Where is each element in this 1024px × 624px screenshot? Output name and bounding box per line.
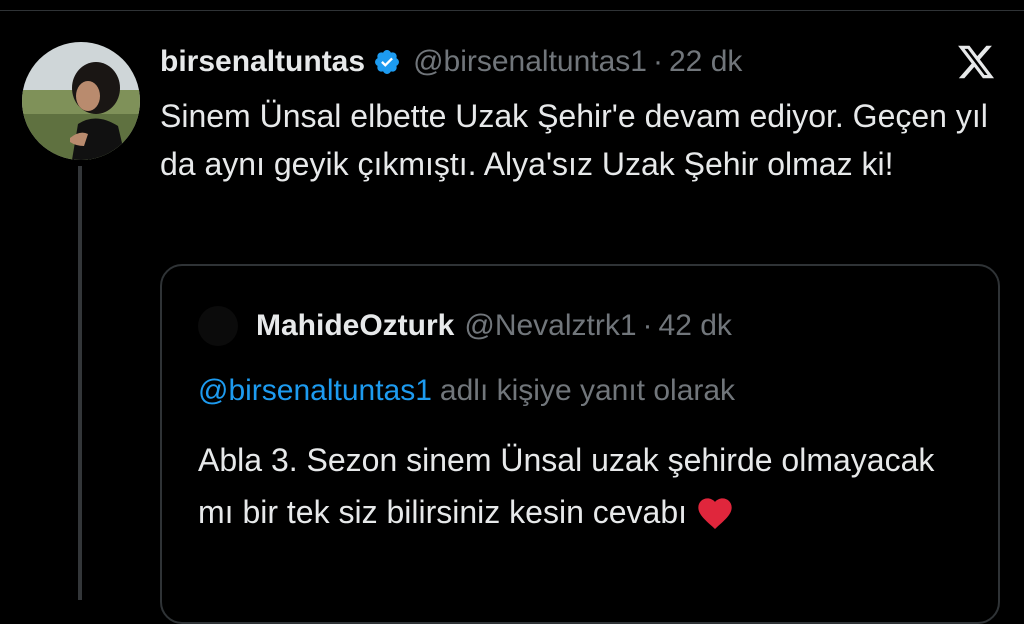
reply-mention-link[interactable]: @birsenaltuntas1 xyxy=(198,374,432,407)
top-divider xyxy=(0,0,1024,11)
author-display-name[interactable]: birsenaltuntas xyxy=(160,45,365,79)
reply-context: @birsenaltuntas1 adlı kişiye yanıt olarak xyxy=(198,374,735,408)
thread-line xyxy=(78,166,82,600)
quoted-tweet-card[interactable]: MahideOzturk @Nevalztrk1 · 42 dk @birsen… xyxy=(160,264,1000,624)
verified-badge-icon xyxy=(373,48,401,76)
quoted-tweet-text-block: Abla 3. Sezon sinem Ünsal uzak şehirde o… xyxy=(198,434,978,538)
x-logo-icon[interactable] xyxy=(956,42,996,82)
tweet-header: birsenaltuntas @birsenaltuntas1 · 22 dk xyxy=(160,42,742,82)
quoted-tweet-timestamp[interactable]: 42 dk xyxy=(659,309,732,343)
reply-context-label: adlı kişiye yanıt olarak xyxy=(439,374,736,407)
quoted-author-handle[interactable]: @Nevalztrk1 xyxy=(464,309,636,343)
quoted-author-avatar[interactable] xyxy=(198,306,238,346)
author-avatar[interactable] xyxy=(22,42,140,160)
avatar-photo xyxy=(22,42,140,160)
red-heart-icon xyxy=(695,493,735,531)
quoted-tweet-text: Abla 3. Sezon sinem Ünsal uzak şehirde o… xyxy=(198,442,935,530)
author-handle[interactable]: @birsenaltuntas1 xyxy=(413,45,647,79)
header-separator: · xyxy=(652,45,663,78)
tweet-text: Sinem Ünsal elbette Uzak Şehir'e devam e… xyxy=(160,98,988,182)
quoted-tweet-header: MahideOzturk @Nevalztrk1 · 42 dk xyxy=(198,306,732,346)
quoted-author-display-name[interactable]: MahideOzturk xyxy=(256,309,454,343)
quoted-header-separator: · xyxy=(642,309,653,342)
tweet-timestamp[interactable]: 22 dk xyxy=(669,45,742,79)
